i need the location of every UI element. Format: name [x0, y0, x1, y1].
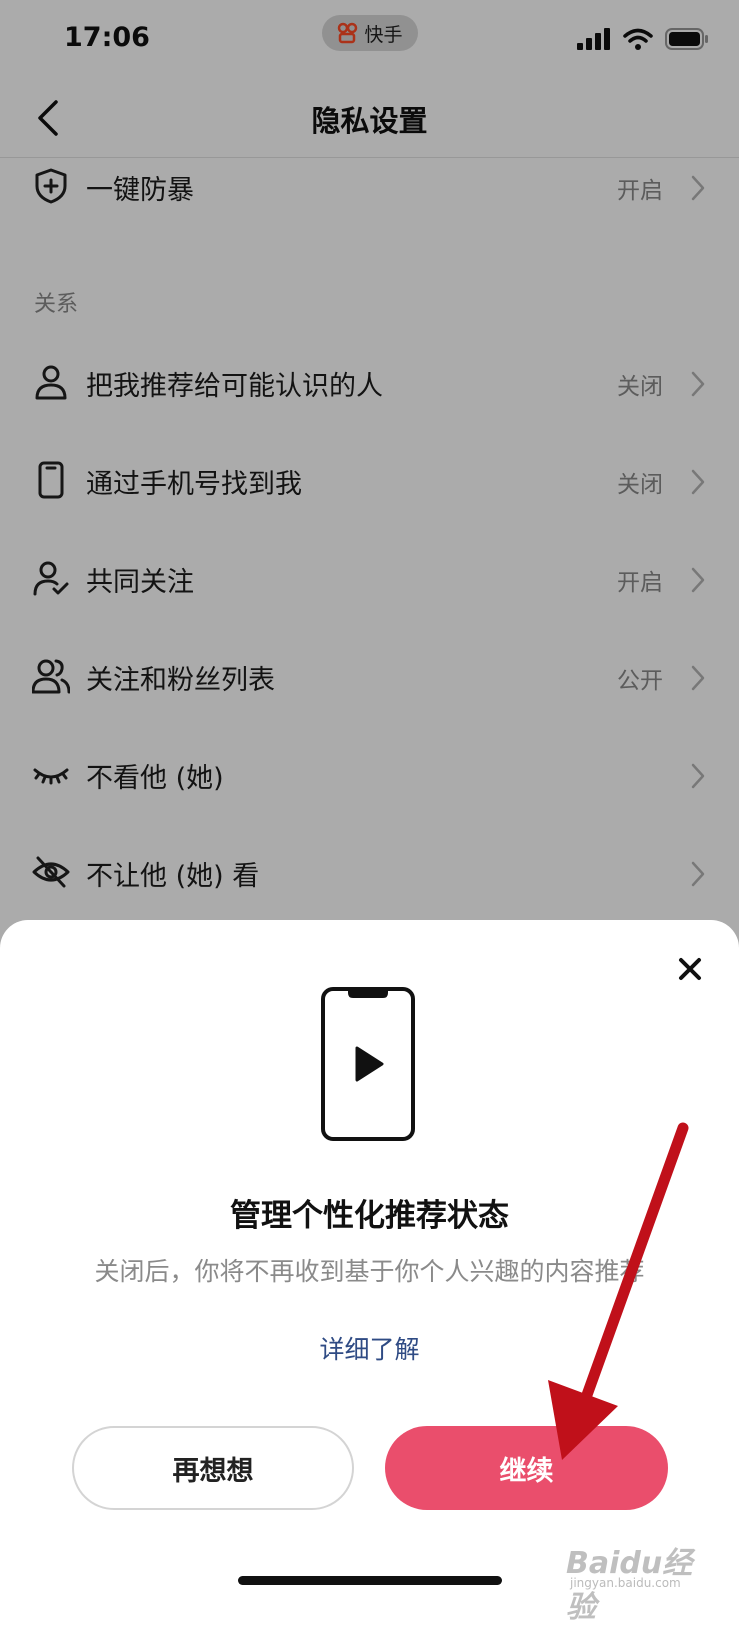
- privacy-settings-page: 17:06 快手 隐私设置 一键防暴 开启 关系 把我推荐给可能认识的人 关闭 …: [0, 0, 739, 1625]
- home-indicator[interactable]: [238, 1576, 502, 1585]
- close-button[interactable]: [675, 954, 705, 984]
- continue-button[interactable]: 继续: [385, 1426, 668, 1510]
- baidu-watermark: Baidu经验 jingyan.baidu.com: [566, 1538, 706, 1625]
- watermark-sub: jingyan.baidu.com: [570, 1576, 681, 1590]
- learn-more-link[interactable]: 详细了解: [0, 1330, 739, 1366]
- sheet-description: 关闭后，你将不再收到基于你个人兴趣的内容推荐: [94, 1257, 645, 1286]
- phone-play-icon: [321, 987, 415, 1141]
- reconsider-button[interactable]: 再想想: [72, 1426, 354, 1510]
- sheet-title: 管理个性化推荐状态: [230, 1198, 509, 1234]
- close-icon: [679, 958, 701, 980]
